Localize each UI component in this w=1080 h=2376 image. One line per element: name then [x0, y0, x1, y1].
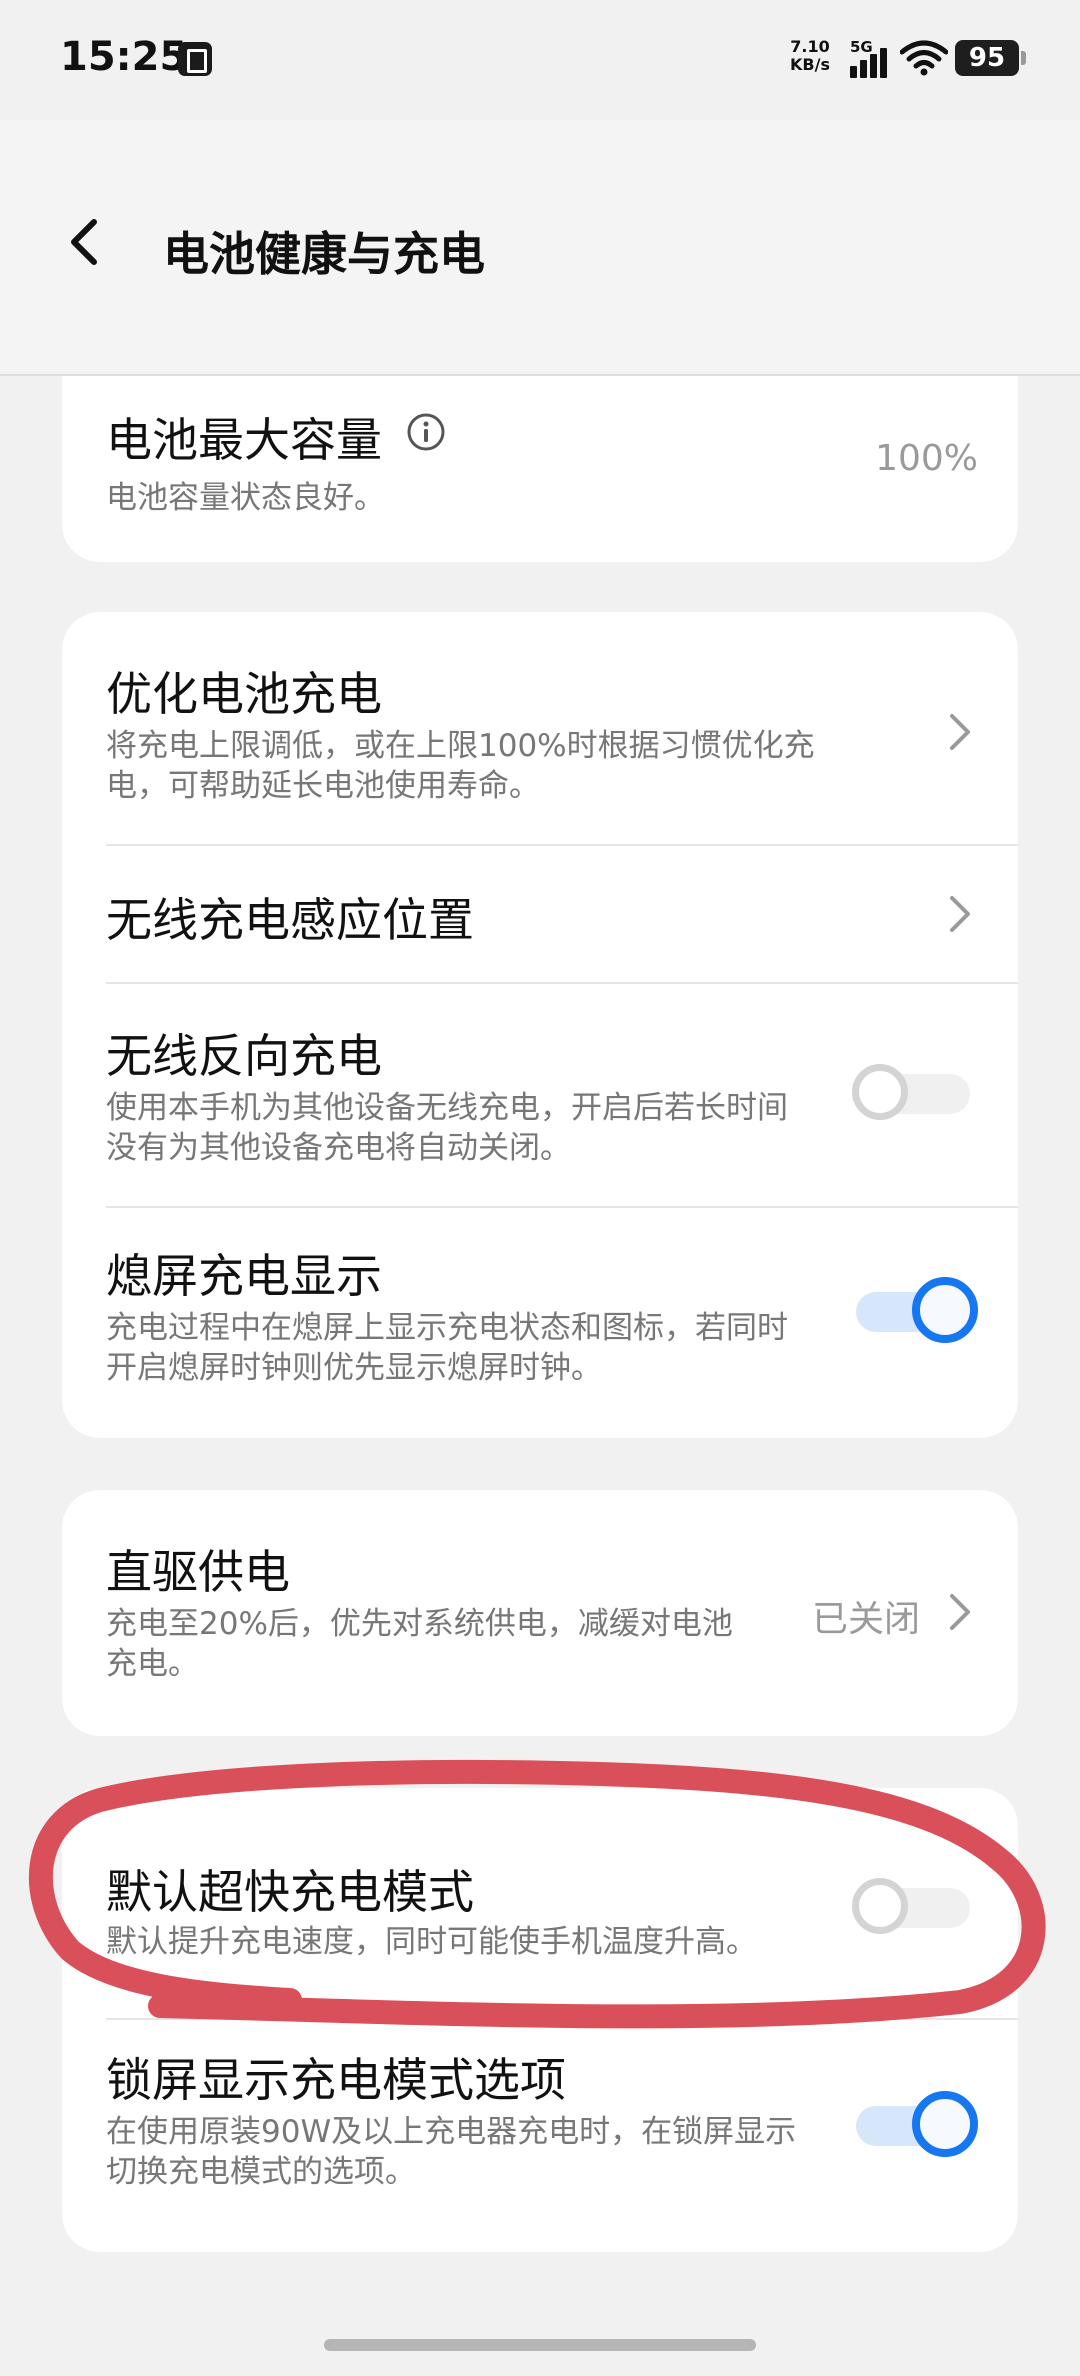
wifi-icon [900, 40, 948, 76]
chevron-right-icon [950, 1594, 970, 1630]
lockscreen-options-desc: 在使用原装90W及以上充电器充电时，在锁屏显示切换充电模式的选项。 [106, 2114, 797, 2190]
aod-charging-title: 熄屏充电显示 [106, 1249, 382, 1303]
wireless-position-title: 无线充电感应位置 [106, 893, 474, 947]
lockscreen-options-title: 锁屏显示充电模式选项 [106, 2053, 566, 2107]
cellular-signal-icon: 5G [850, 38, 894, 80]
default-super-fast-desc: 默认提升充电速度，同时可能使手机温度升高。 [106, 1924, 757, 1960]
default-super-fast-title: 默认超快充电模式 [106, 1865, 474, 1919]
network-speed: 7.10 KB/s [790, 38, 830, 74]
battery-capacity-title: 电池最大容量 [106, 413, 382, 467]
battery-capacity-row: 电池最大容量 电池容量状态良好。 100% [62, 376, 1018, 562]
page-title: 电池健康与充电 [163, 227, 485, 281]
status-bar: 15:25 7.10 KB/s 5G 95 [0, 0, 1080, 120]
optimize-charging-row[interactable]: 优化电池充电 将充电上限调低，或在上限100%时根据习惯优化充电，可帮助延长电池… [62, 612, 1018, 844]
default-super-fast-row: 默认超快充电模式 默认提升充电速度，同时可能使手机温度升高。 [62, 1788, 1018, 2018]
network-speed-unit: KB/s [790, 55, 830, 74]
bypass-charging-status: 已关闭 [811, 1599, 920, 1640]
chevron-right-icon [950, 896, 970, 932]
bypass-charging-desc: 充电至20%后，优先对系统供电，减缓对电池充电。 [106, 1606, 733, 1682]
reverse-wireless-desc: 使用本手机为其他设备无线充电，开启后若长时间没有为其他设备充电将自动关闭。 [106, 1090, 788, 1166]
battery-capacity-desc: 电池容量状态良好。 [106, 480, 385, 516]
lockscreen-options-toggle[interactable] [856, 2091, 978, 2157]
aod-charging-desc: 充电过程中在熄屏上显示充电状态和图标，若同时开启熄屏时钟则优先显示熄屏时钟。 [106, 1310, 788, 1386]
notification-icon [178, 42, 212, 76]
super-fast-charging-card: 默认超快充电模式 默认提升充电速度，同时可能使手机温度升高。 锁屏显示充电模式选… [62, 1788, 1018, 2252]
optimize-charging-title: 优化电池充电 [106, 667, 382, 721]
status-time: 15:25 [60, 34, 188, 80]
battery-icon: 95 [955, 40, 1026, 76]
reverse-wireless-title: 无线反向充电 [106, 1029, 382, 1083]
info-icon[interactable] [406, 412, 446, 452]
battery-capacity-card: 电池最大容量 电池容量状态良好。 100% [62, 376, 1018, 562]
bypass-charging-row[interactable]: 直驱供电 充电至20%后，优先对系统供电，减缓对电池充电。 已关闭 [62, 1490, 1018, 1736]
wireless-position-row[interactable]: 无线充电感应位置 [62, 846, 1018, 982]
aod-charging-row: 熄屏充电显示 充电过程中在熄屏上显示充电状态和图标，若同时开启熄屏时钟则优先显示… [62, 1208, 1018, 1438]
bypass-charging-card[interactable]: 直驱供电 充电至20%后，优先对系统供电，减缓对电池充电。 已关闭 [62, 1490, 1018, 1736]
aod-charging-toggle[interactable] [856, 1277, 978, 1343]
reverse-wireless-row: 无线反向充电 使用本手机为其他设备无线充电，开启后若长时间没有为其他设备充电将自… [62, 984, 1018, 1206]
charging-options-card: 优化电池充电 将充电上限调低，或在上限100%时根据习惯优化充电，可帮助延长电池… [62, 612, 1018, 1438]
network-speed-value: 7.10 [790, 37, 830, 56]
app-header: 电池健康与充电 [0, 120, 1080, 376]
back-arrow-icon[interactable] [56, 210, 120, 274]
bypass-charging-title: 直驱供电 [106, 1545, 290, 1599]
optimize-charging-desc: 将充电上限调低，或在上限100%时根据习惯优化充电，可帮助延长电池使用寿命。 [106, 728, 815, 804]
lockscreen-options-row: 锁屏显示充电模式选项 在使用原装90W及以上充电器充电时，在锁屏显示切换充电模式… [62, 2020, 1018, 2252]
battery-capacity-value: 100% [875, 438, 978, 479]
chevron-right-icon [950, 714, 970, 750]
home-indicator[interactable] [324, 2339, 756, 2351]
default-super-fast-toggle[interactable] [852, 1878, 972, 1938]
reverse-wireless-toggle[interactable] [852, 1064, 972, 1124]
